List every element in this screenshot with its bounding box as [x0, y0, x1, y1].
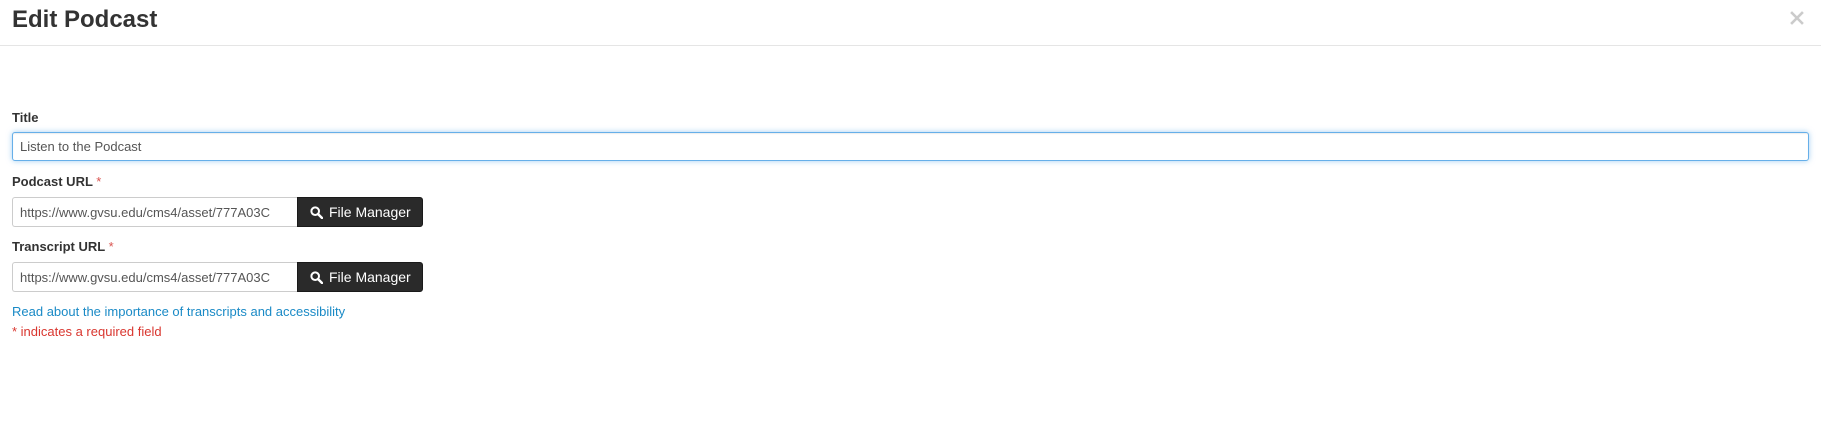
search-icon: [310, 205, 323, 219]
close-button[interactable]: [1789, 10, 1805, 26]
search-icon: [310, 270, 323, 284]
title-label: Title: [12, 110, 39, 125]
dialog-title: Edit Podcast: [12, 6, 158, 33]
transcript-url-input[interactable]: [12, 262, 297, 292]
transcript-url-group: File Manager: [12, 262, 423, 292]
required-marker: *: [96, 174, 102, 189]
file-manager-label: File Manager: [329, 269, 411, 285]
accessibility-link[interactable]: Read about the importance of transcripts…: [12, 304, 345, 320]
transcript-file-manager-button[interactable]: File Manager: [297, 262, 423, 292]
dialog-header: Edit Podcast: [0, 0, 1821, 46]
podcast-url-label: Podcast URL *: [12, 174, 101, 190]
podcast-url-group: File Manager: [12, 197, 423, 227]
required-marker: *: [108, 239, 114, 254]
edit-podcast-dialog: Edit Podcast Title Podcast URL * File Ma…: [0, 0, 1821, 436]
required-field-note: * indicates a required field: [12, 324, 162, 339]
podcast-url-label-text: Podcast URL: [12, 174, 93, 189]
title-input[interactable]: [12, 132, 1809, 161]
transcript-url-label: Transcript URL *: [12, 239, 114, 255]
podcast-url-input[interactable]: [12, 197, 297, 227]
file-manager-label: File Manager: [329, 204, 411, 220]
transcript-url-label-text: Transcript URL: [12, 239, 105, 254]
close-icon: [1790, 11, 1804, 25]
podcast-file-manager-button[interactable]: File Manager: [297, 197, 423, 227]
